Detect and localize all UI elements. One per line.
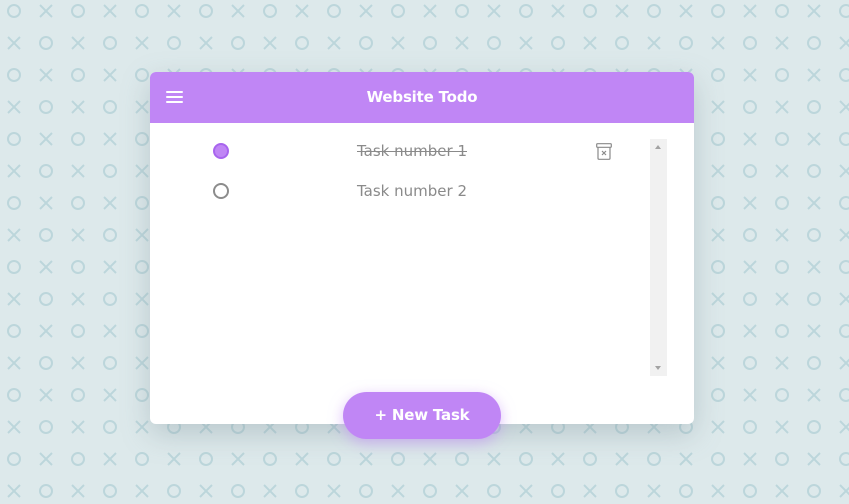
task-row-1: Task number 1 xyxy=(150,123,650,163)
card-header: Website Todo xyxy=(150,72,694,123)
task-2-label[interactable]: Task number 2 xyxy=(300,173,524,209)
task-list: Task number 1 Task number 2 xyxy=(150,123,650,378)
trash-icon[interactable] xyxy=(596,143,612,160)
scroll-up-arrow-icon[interactable] xyxy=(655,145,661,149)
task-2-checkbox[interactable] xyxy=(213,183,229,199)
task-1-checkbox[interactable] xyxy=(213,143,229,159)
app-title: Website Todo xyxy=(366,88,478,106)
new-task-button[interactable]: + New Task xyxy=(343,392,501,439)
scroll-down-arrow-icon[interactable] xyxy=(655,366,661,370)
todo-card: Website Todo Task number 1 Task number 2 xyxy=(150,72,694,424)
task-row-2: Task number 2 xyxy=(150,163,650,203)
task-list-scrollbar[interactable] xyxy=(650,139,667,376)
